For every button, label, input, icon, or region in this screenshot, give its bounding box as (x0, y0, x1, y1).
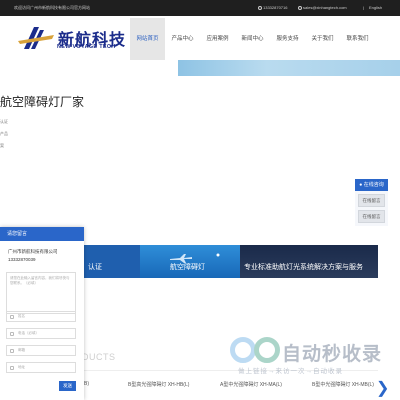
topbar-phone[interactable]: 13332870716 (258, 5, 287, 10)
user-icon (10, 315, 14, 319)
category-tile-obstruction-light[interactable]: 航空障碍灯 (140, 245, 240, 278)
category-tiles: 认证 航空障碍灯 专业标准助航灯光系统解决方案与服务 (84, 245, 378, 278)
products-heading: DUCTS (82, 352, 116, 362)
welcome-text: 欢迎访问广州市新航科技有限公司官方网站 (14, 5, 90, 10)
product-caption[interactable]: B型中光强障碍灯 XH-MB(L) (312, 381, 374, 388)
category-tile-certification[interactable]: 认证 (84, 245, 140, 278)
phone-field[interactable]: 电话（必填） (6, 328, 76, 339)
product-caption[interactable]: A型中光强障碍灯 XH-MA(L) (220, 381, 282, 388)
phone-icon (10, 332, 14, 336)
category-tile-solutions[interactable]: 专业标准助航灯光系统解决方案与服务 (240, 245, 378, 278)
online-service-label: 在线咨询 (363, 182, 384, 188)
chat-panel: 请您留言 广州市新航科技有限公司 13332870039 请您在此输入留言内容，… (0, 227, 84, 400)
intro-line-3: 案 (0, 143, 4, 148)
category-label: 认证 (88, 264, 102, 271)
nav-item-products[interactable]: 产品中心 (165, 18, 200, 60)
nav-item-news[interactable]: 新闻中心 (235, 18, 270, 60)
phone-icon (258, 6, 262, 10)
chat-panel-title[interactable]: 请您留言 (0, 227, 84, 241)
address-field-placeholder: 地址 (18, 365, 25, 369)
online-message-button[interactable]: 在线留言 (358, 194, 385, 207)
name-field[interactable]: 姓名 (6, 311, 76, 322)
nav-item-contact[interactable]: 联系我们 (340, 18, 375, 60)
send-button[interactable]: 发送 (59, 381, 76, 391)
chat-company-name: 广州市新航科技有限公司 (8, 249, 58, 254)
watermark-ring-icon (230, 337, 256, 363)
topbar-phone-text: 13332870716 (263, 5, 288, 10)
nav-item-cases[interactable]: 应用案例 (200, 18, 235, 60)
online-service-widget: ● 在线咨询 在线留言 在线留言 (355, 179, 388, 226)
online-service-title[interactable]: ● 在线咨询 (355, 179, 388, 191)
topbar-separator: | (363, 5, 365, 10)
watermark-subtext: 做上链接→来访一次→自动收录 (238, 368, 343, 375)
mail-icon (10, 349, 14, 353)
watermark: 自动秒收录 做上链接→来访一次→自动收录 (230, 337, 390, 377)
email-field[interactable]: 邮箱 (6, 345, 76, 356)
watermark-text: 自动秒收录 (282, 344, 383, 365)
send-button-label: 发送 (63, 383, 72, 388)
category-label: 专业标准助航灯光系统解决方案与服务 (244, 264, 363, 271)
address-field[interactable]: 地址 (6, 362, 76, 373)
language-switch-link[interactable]: English (369, 5, 382, 10)
intro-line-1: 认证 (0, 119, 8, 124)
logo-name-en: NEW VOYAGE TECH (57, 44, 116, 50)
mail-icon (298, 6, 302, 10)
nav-item-home[interactable]: 网站首页 (130, 18, 165, 60)
logo-icon[interactable] (18, 27, 56, 49)
nav-item-about[interactable]: 关于我们 (305, 18, 340, 60)
hero-banner (178, 60, 400, 76)
watermark-ring-icon (254, 337, 280, 363)
intro-line-2: 产品 (0, 131, 8, 136)
product-caption[interactable]: B) (84, 381, 89, 387)
nav-item-support[interactable]: 服务支持 (270, 18, 305, 60)
product-caption[interactable]: B型高光强障碍灯 XH-HB(L) (128, 381, 189, 388)
page-title: 航空障碍灯厂家 (0, 95, 85, 109)
main-nav: 网站首页 产品中心 应用案例 新闻中心 服务支持 关于我们 联系我们 (130, 18, 375, 60)
message-textarea[interactable]: 请您在此输入留言内容，我们将尽快与您联系。（必填） (6, 272, 76, 314)
email-field-placeholder: 邮箱 (18, 348, 25, 352)
category-label: 航空障碍灯 (170, 264, 205, 271)
phone-field-placeholder: 电话（必填） (18, 331, 39, 335)
topbar-email[interactable]: sales@xinhangtech.com (298, 5, 347, 10)
name-field-placeholder: 姓名 (18, 314, 25, 318)
location-icon (10, 366, 14, 370)
chat-bubble-icon: ● (359, 182, 363, 188)
online-message-button[interactable]: 在线留言 (358, 210, 385, 223)
top-bar: 欢迎访问广州市新航科技有限公司官方网站 13332870716 sales@xi… (0, 0, 400, 16)
carousel-next-icon[interactable]: ❯ (376, 378, 389, 398)
topbar-email-text: sales@xinhangtech.com (303, 5, 347, 10)
chat-phone: 13332870039 (8, 257, 36, 262)
